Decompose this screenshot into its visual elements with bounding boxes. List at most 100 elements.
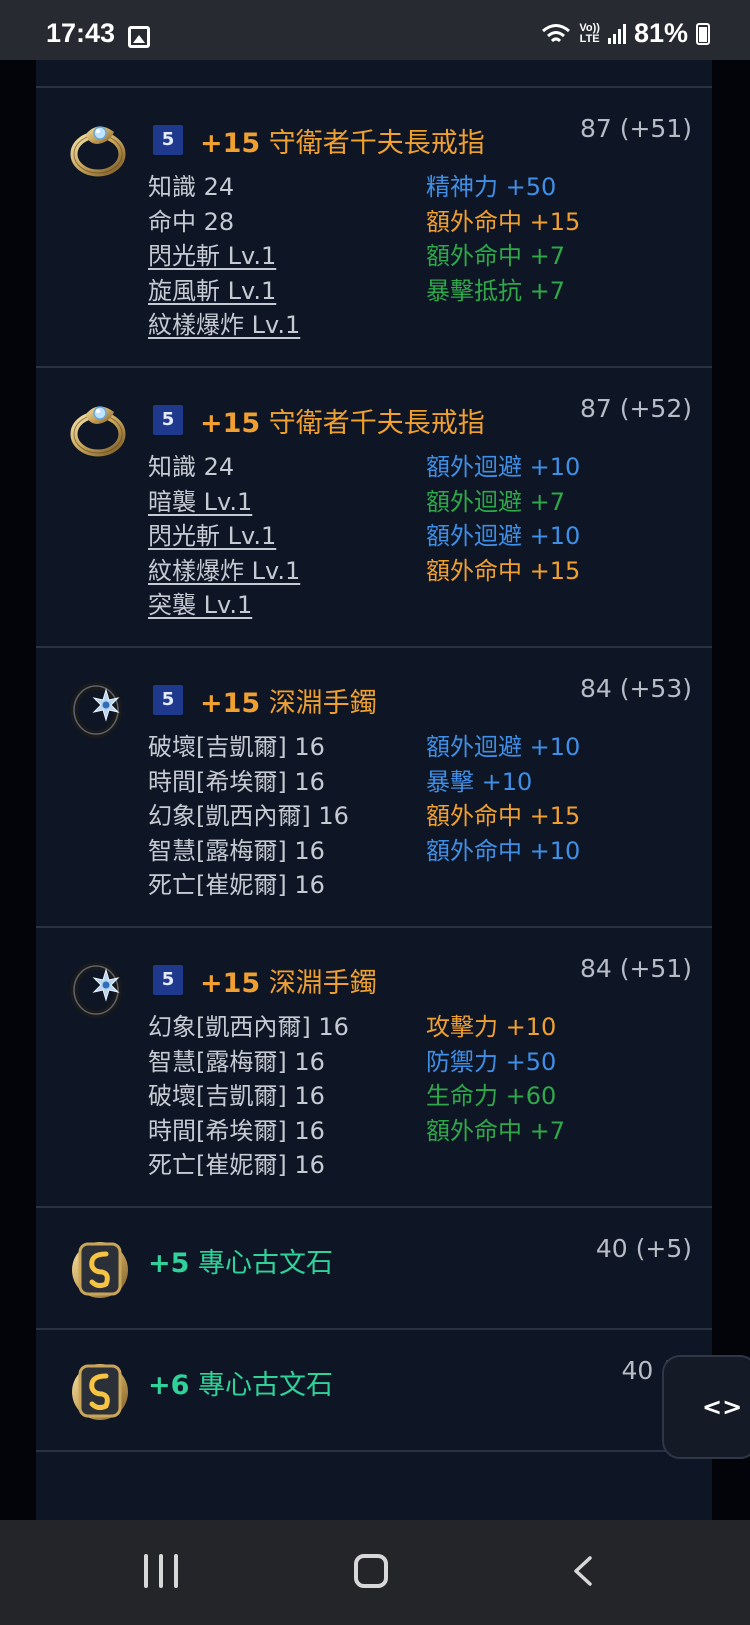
bracelet-icon [68,676,132,740]
item-level-badge: 5 [153,405,183,435]
bonus-stat-label: 額外命中 [426,836,522,865]
bonus-stat-value: +10 [529,453,581,481]
item-card[interactable]: +5 專心古文石 40 (+5) [36,1208,712,1330]
base-stat: 知識 24 [148,173,235,201]
bonus-stat-value: +10 [505,1013,557,1041]
items-container: 5 +15 守衛者千夫長戒指 87 (+51) 知識 24 命中 28 閃光斬 Lv.1 旋… [36,88,712,1452]
item-title: 專心古文石 [198,1248,334,1279]
skill-link[interactable]: 紋樣爆炸 Lv.1 [148,554,300,589]
battery-percent: 81% [633,18,688,48]
recent-apps-button[interactable] [144,1554,178,1588]
base-stat: 死亡[崔妮爾] 16 [148,871,325,899]
item-upgrade-level: +15 [200,408,261,439]
item-name[interactable]: +15 深淵手鐲 [200,961,377,1000]
bonus-stat-value: +7 [529,1116,566,1145]
wifi-icon [542,23,571,42]
bonus-stats: 精神力 +50 額外命中 +15 額外命中 +7 暴擊抵抗 +7 [426,170,580,308]
item-title: 深淵手鐲 [268,688,377,719]
bonus-stat-value: +15 [529,802,581,830]
home-button[interactable] [354,1554,388,1588]
item-upgrade-level: +5 [148,1248,190,1279]
bonus-stat-value: +10 [481,767,533,796]
item-title: 守衛者千夫長戒指 [268,408,485,439]
bonus-stat-label: 額外命中 [426,556,522,585]
bonus-stat-label: 額外迴避 [426,522,522,550]
item-name[interactable]: +15 守衛者千夫長戒指 [200,121,485,160]
bonus-stat: 額外命中 +7 [426,1114,565,1149]
skill-link[interactable]: 旋風斬 Lv.1 [148,274,300,309]
bonus-stat: 精神力 +50 [426,170,580,205]
skill-link[interactable]: 暗襲 Lv.1 [148,485,300,520]
item-level-badge: 5 [153,685,183,715]
bonus-stat: 暴擊抵抗 +7 [426,274,580,309]
bonus-stat-value: +10 [529,836,581,865]
skill-link[interactable]: 閃光斬 Lv.1 [148,519,300,554]
bonus-stat: 額外命中 +7 [426,239,580,274]
bonus-stat: 額外命中 +15 [426,799,580,834]
skill-link[interactable]: 突襲 Lv.1 [148,588,300,623]
bonus-stat-value: +7 [529,242,566,270]
base-stat: 幻象[凱西內爾] 16 [148,1013,349,1041]
item-card[interactable]: 5 +15 深淵手鐲 84 (+53) 破壞[吉凱爾] 16 時間[希埃爾] 16 幻象[… [36,648,712,928]
item-name[interactable]: +6 專心古文石 [148,1363,333,1402]
item-card[interactable]: 5 +15 深淵手鐲 84 (+51) 幻象[凱西內爾] 16 智慧[露梅爾] 16 破壞… [36,928,712,1208]
bonus-stat: 額外迴避 +7 [426,485,580,520]
bonus-stats: 額外迴避 +10 額外迴避 +7 額外迴避 +10 額外命中 +15 [426,450,580,588]
base-stat: 智慧[露梅爾] 16 [148,1047,325,1076]
status-bar: 17:43 Vo)) LTE 81% [0,0,750,60]
bonus-stat-value: +7 [529,276,566,305]
back-button[interactable] [570,1556,600,1586]
base-stats: 知識 24 暗襲 Lv.1 閃光斬 Lv.1 紋樣爆炸 Lv.1 突襲 Lv.1 [148,450,300,623]
item-upgrade-level: +15 [200,968,261,999]
item-card[interactable]: 5 +15 守衛者千夫長戒指 87 (+51) 知識 24 命中 28 閃光斬 Lv.1 旋… [36,88,712,368]
item-card[interactable]: +6 專心古文石 40 (+ [36,1330,712,1452]
base-stats: 幻象[凱西內爾] 16 智慧[露梅爾] 16 破壞[吉凱爾] 16 時間[希埃爾] 1… [148,1010,349,1183]
item-score: 87 (+51) [579,114,692,143]
bonus-stat: 防禦力 +50 [426,1045,565,1080]
item-level-badge: 5 [153,125,183,155]
base-stat: 命中 28 [148,207,235,236]
item-score: 84 (+53) [579,674,692,703]
item-title: 專心古文石 [198,1370,334,1401]
base-stat: 智慧[露梅爾] 16 [148,836,325,865]
item-score: 87 (+52) [579,394,692,423]
item-card[interactable]: 5 +15 守衛者千夫長戒指 87 (+52) 知識 24 暗襲 Lv.1 閃光斬 Lv.… [36,368,712,648]
bonus-stat-label: 額外命中 [426,802,522,830]
bonus-stat-label: 精神力 [426,173,498,201]
equipment-list: 5 +15 守衛者千夫長戒指 87 (+51) 知識 24 命中 28 閃光斬 Lv.1 旋… [36,60,712,1520]
item-name[interactable]: +15 深淵手鐲 [200,681,377,720]
status-time: 17:43 [46,18,116,48]
item-level-badge: 5 [153,965,183,995]
bonus-stat-value: +15 [529,556,581,585]
item-title: 守衛者千夫長戒指 [268,128,485,159]
bonus-stat-label: 生命力 [426,1082,498,1110]
left-gutter [0,60,36,1520]
item-name[interactable]: +15 守衛者千夫長戒指 [200,401,485,440]
bonus-stat: 額外迴避 +10 [426,519,580,554]
bonus-stat-label: 額外命中 [426,207,522,236]
skill-link[interactable]: 閃光斬 Lv.1 [148,239,300,274]
item-name[interactable]: +5 專心古文石 [148,1241,333,1280]
base-stat: 死亡[崔妮爾] 16 [148,1151,325,1179]
item-score: 84 (+51) [579,954,692,983]
bonus-stat: 額外迴避 +10 [426,730,580,765]
base-stat: 破壞[吉凱爾] 16 [148,1082,325,1110]
bonus-stat-value: +7 [529,487,566,516]
bonus-stat-label: 防禦力 [426,1047,498,1076]
bonus-stat-value: +10 [529,733,581,761]
code-toggle-button[interactable]: <> [662,1355,750,1459]
item-upgrade-level: +6 [148,1370,190,1401]
status-icons: Vo)) LTE 81% [541,18,710,49]
skill-link[interactable]: 紋樣爆炸 Lv.1 [148,308,300,343]
bonus-stat: 生命力 +60 [426,1079,565,1114]
stone-icon [68,1236,132,1300]
bonus-stat-label: 額外迴避 [426,453,522,481]
battery-icon [696,22,710,45]
base-stat: 幻象[凱西內爾] 16 [148,802,349,830]
bonus-stat-label: 暴擊抵抗 [426,276,522,305]
item-upgrade-level: +15 [200,688,261,719]
bonus-stat: 暴擊 +10 [426,765,580,800]
item-title: 深淵手鐲 [268,968,377,999]
ring-icon [68,396,132,460]
bonus-stat-value: +50 [505,173,557,201]
